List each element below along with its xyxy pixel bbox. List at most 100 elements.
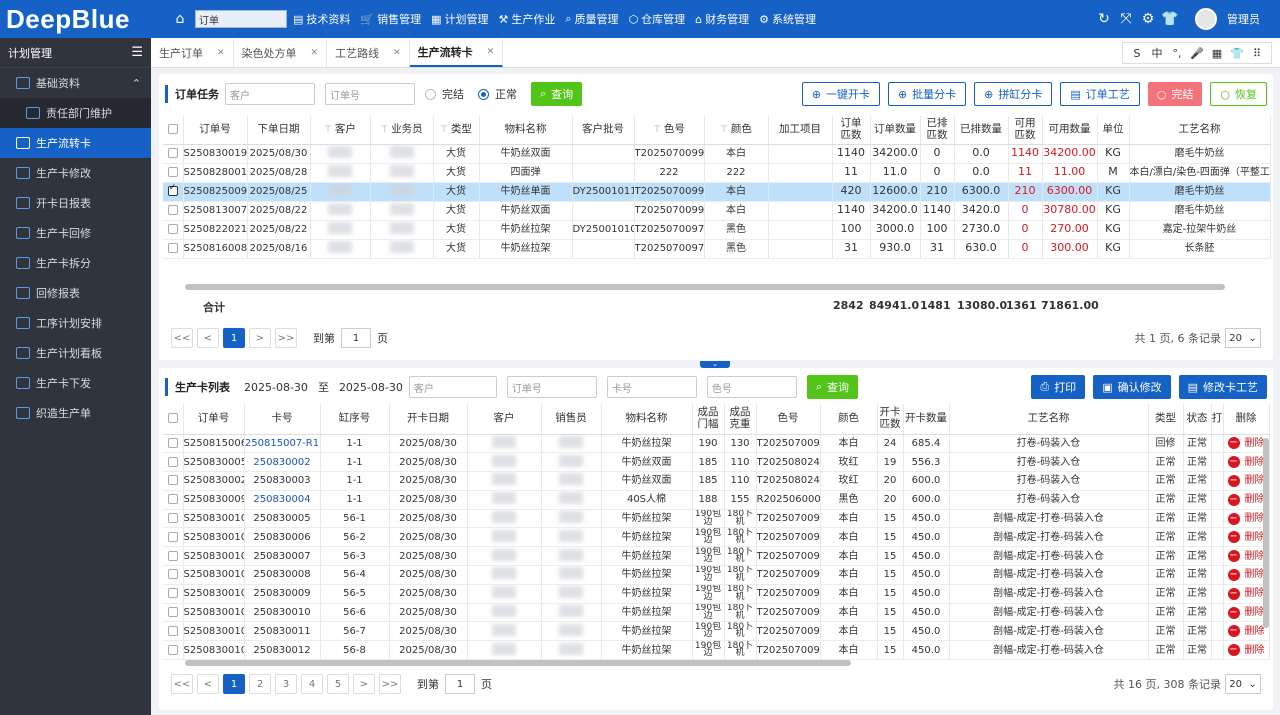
tab-3[interactable]: 生产流转卡 ✕ [409,39,504,67]
table-row[interactable]: S250816008 2025/08/16 大货 牛奶丝拉架 T2025070097 黑色… [163,239,1271,259]
page-button-2[interactable]: 2 [249,674,271,694]
print-button[interactable]: ⎙ 打印 [1031,375,1086,399]
column-header[interactable]: ⊤ 客户 [310,116,371,145]
column-header[interactable]: 销售员 [541,404,602,435]
table-row[interactable]: S250830010 250830007 56-3 2025/08/30 牛奶丝拉架 19… [163,546,1270,567]
column-header[interactable]: 物料名称 [479,116,573,145]
checkbox-box[interactable] [167,475,178,486]
refresh-icon[interactable]: ↻ [1093,11,1115,27]
card-page-size-select[interactable]: 20 ⌄ [1225,674,1261,694]
delete-button[interactable]: − 删除 [1227,606,1265,619]
delete-button[interactable]: − 删除 [1227,531,1265,544]
radio-normal-dot[interactable] [478,88,489,100]
row-checkbox[interactable] [163,584,184,604]
card-table-vscrollbar[interactable] [1263,438,1269,628]
panel-splitter-toggle[interactable]: ⌄ [700,361,730,368]
order-no-input[interactable]: 订单号 [325,83,415,105]
column-header[interactable]: 删除 [1223,404,1270,435]
sidebar-item-1[interactable]: 责任部门维护 [0,98,151,128]
delete-button[interactable]: − 删除 [1227,568,1265,581]
topnav-item-7[interactable]: ⚙ 系统管理 [759,11,816,27]
last-page-button[interactable]: >> [379,674,401,694]
radio-done-dot[interactable] [425,88,436,100]
cell-card[interactable]: 250830002 [244,452,321,473]
column-header[interactable]: 颜色 [820,404,878,435]
checkbox-box[interactable] [167,625,178,636]
theme-icon[interactable]: 👕 [1159,11,1181,27]
date-range[interactable]: 2025-08-30 至 2025-08-30 [244,376,403,398]
row-checkbox[interactable] [163,144,184,164]
column-header[interactable]: 已排匹数 [920,116,955,145]
checkbox-box[interactable] [167,644,178,655]
toolbar-tool-icon[interactable]: 中 [1147,45,1167,61]
sidebar-item-0[interactable]: 基础资料 ⌃ [0,68,151,98]
table-row[interactable]: S250815006 250815007-R1 1-1 2025/08/30 牛奶丝拉架… [163,434,1270,454]
finish-button[interactable]: ○ 完结 [1147,82,1203,106]
order-page-size-select[interactable]: 20 ⌄ [1225,328,1261,348]
column-header[interactable]: ⊤ 颜色 [704,116,769,145]
column-header[interactable]: 开卡数量 [903,404,950,435]
sidebar-item-7[interactable]: 回修报表 [0,278,151,308]
column-header[interactable]: ⊤ 色号 [634,116,705,145]
checkbox-box[interactable] [167,224,178,234]
column-header[interactable]: ⊤ 业务员 [370,116,434,145]
filter-icon[interactable]: ⊤ [653,125,661,135]
edit-card-craft-button[interactable]: ▤ 修改卡工艺 [1178,375,1267,399]
table-row[interactable]: S250830005 250830002 1-1 2025/08/30 牛奶丝双面 185… [163,452,1270,473]
delete-button[interactable]: − 删除 [1227,512,1265,525]
row-checkbox[interactable] [163,640,184,661]
column-header[interactable]: 类型 [1148,404,1184,435]
sidebar-item-10[interactable]: 生产卡下发 [0,368,151,398]
page-button-3[interactable]: 3 [275,674,297,694]
column-header[interactable]: 下单日期 [247,116,311,145]
column-header[interactable]: 开卡匹数 [877,404,904,435]
row-checkbox[interactable] [163,546,184,567]
table-row[interactable]: S250830009 250830004 1-1 2025/08/30 40S人棉 188… [163,490,1270,510]
table-row[interactable]: S250830010 250830008 56-4 2025/08/30 牛奶丝拉架 19… [163,565,1270,585]
filter-icon[interactable]: ⊤ [380,125,388,135]
table-row[interactable]: S250830010 250830005 56-1 2025/08/30 牛奶丝拉架 19… [163,509,1270,529]
column-header[interactable]: 开卡日期 [389,404,468,435]
batch-split-button[interactable]: ⊕ 批量分卡 [887,82,967,106]
home-icon[interactable]: ⌂ [171,10,189,28]
settings-icon[interactable]: ⚙ [1137,11,1159,27]
goto-page-input[interactable]: 1 [445,674,475,694]
delete-button[interactable]: − 删除 [1227,437,1265,450]
radio-normal[interactable]: 正常 [478,86,517,102]
topnav-item-3[interactable]: ⚒ 生产作业 [499,11,556,27]
delete-button[interactable]: − 删除 [1227,474,1265,487]
table-row[interactable]: S250830010 250830012 56-8 2025/08/30 牛奶丝拉架 19… [163,640,1270,661]
delete-button[interactable]: − 删除 [1227,550,1265,563]
checkbox-box[interactable] [167,456,178,467]
topnav-item-5[interactable]: ⬡ 仓库管理 [629,11,686,27]
tab-0[interactable]: 生产订单 ✕ [151,39,234,67]
checkbox-box[interactable] [167,184,178,196]
column-header[interactable]: 成品克重 [724,404,757,435]
next-page-button[interactable]: > [353,674,375,694]
column-header[interactable]: 订单号 [183,404,245,435]
goto-page-input[interactable]: 1 [341,328,371,348]
checkbox-box[interactable] [167,243,178,253]
column-header[interactable]: 缸序号 [320,404,390,435]
prev-page-button[interactable]: < [197,328,219,348]
table-row[interactable]: S250830010 250830011 56-7 2025/08/30 牛奶丝拉架 19… [163,621,1270,642]
column-header[interactable]: 状态 [1183,404,1212,435]
checkbox-box[interactable] [167,588,178,599]
delete-button[interactable]: − 删除 [1227,493,1265,506]
cell-card[interactable]: 250830004 [244,490,321,510]
column-header[interactable]: 客户批号 [572,116,635,145]
column-header[interactable]: 打 [1211,404,1224,435]
tab-2[interactable]: 工艺路线 ✕ [327,39,410,67]
sidebar-item-4[interactable]: 开卡日报表 [0,188,151,218]
card-no-input[interactable]: 卡号 [606,376,697,398]
sidebar-item-3[interactable]: 生产卡修改 [0,158,151,188]
order-query-button[interactable]: ⌕ 查询 [531,82,583,106]
first-page-button[interactable]: << [171,674,193,694]
toolbar-tool-icon[interactable]: 🎤 [1187,47,1207,60]
row-checkbox[interactable] [163,603,184,623]
row-checkbox[interactable] [163,163,184,183]
toolbar-tool-icon[interactable]: S [1127,47,1147,60]
row-checkbox[interactable] [163,201,184,221]
first-page-button[interactable]: << [171,328,193,348]
cell-card[interactable]: 250815007-R1 [244,434,321,454]
